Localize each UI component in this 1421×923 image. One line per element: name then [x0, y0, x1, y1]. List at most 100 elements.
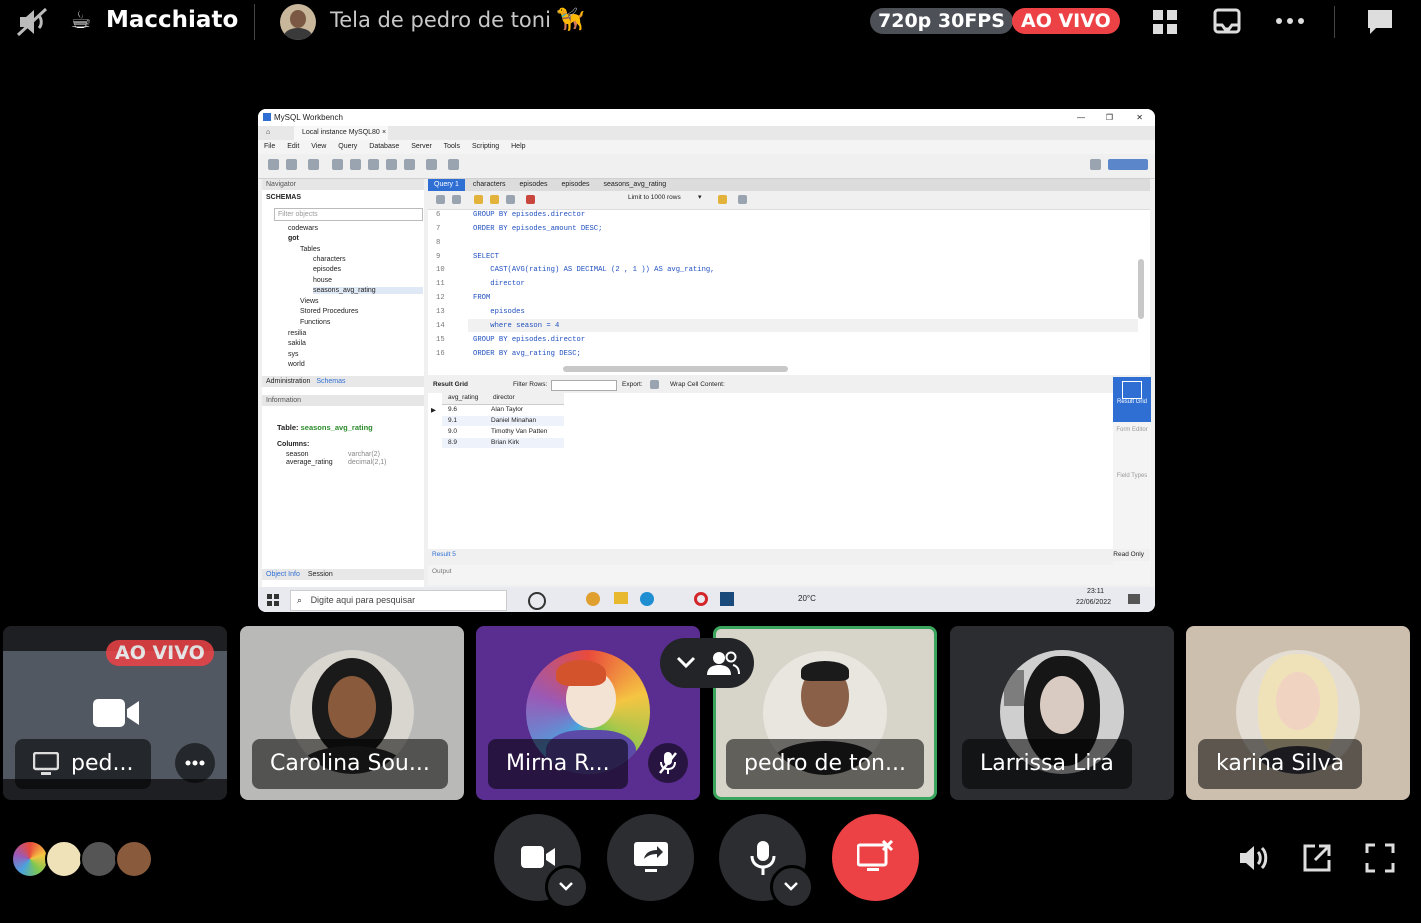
beautify-icon[interactable] [718, 195, 727, 204]
participant-mini-avatar[interactable] [11, 840, 49, 878]
filter-rows-input[interactable] [551, 380, 617, 391]
table-cell[interactable]: Brian Kirk [491, 439, 519, 446]
schema-item[interactable]: sakila [288, 340, 306, 347]
participant-tile[interactable]: Larrissa Lira [950, 626, 1174, 800]
participant-mini-avatar[interactable] [45, 840, 83, 878]
camera-options-button[interactable] [545, 865, 589, 909]
notification-icon[interactable] [1128, 594, 1140, 604]
volume-icon[interactable] [1238, 843, 1270, 873]
menu-server[interactable]: Server [411, 143, 432, 150]
schema-item[interactable]: got [288, 235, 299, 242]
tab-close-icon[interactable]: × [382, 126, 386, 140]
result-grid-button[interactable]: Result Grid [1113, 377, 1151, 422]
more-options-button[interactable] [175, 743, 215, 783]
menu-view[interactable]: View [311, 143, 326, 150]
tab-episodes[interactable]: episodes [555, 179, 595, 191]
chrome-icon[interactable] [586, 592, 600, 606]
tree-item[interactable]: Tables [300, 246, 320, 253]
chevron-down-icon[interactable]: ▾ [698, 193, 702, 201]
channel-name[interactable]: Macchiato [106, 7, 238, 33]
result-tab[interactable]: Result 5 [432, 549, 456, 561]
table-cell[interactable]: Daniel Minahan [491, 417, 536, 424]
reconnect-icon[interactable] [448, 159, 459, 170]
menu-database[interactable]: Database [369, 143, 399, 150]
mysql-workbench-icon[interactable] [720, 592, 734, 606]
search-table-icon[interactable] [426, 159, 437, 170]
table-cell[interactable]: 9.6 [448, 406, 457, 413]
table-item[interactable]: characters [313, 256, 346, 263]
schema-item[interactable]: world [288, 361, 305, 368]
save-icon[interactable] [452, 195, 461, 204]
create-procedure-icon[interactable] [386, 159, 397, 170]
table-cell[interactable]: 8.9 [448, 439, 457, 446]
schema-item[interactable]: resilia [288, 330, 306, 337]
file-explorer-icon[interactable] [614, 592, 628, 604]
speaker-muted-icon[interactable] [16, 7, 52, 37]
menu-edit[interactable]: Edit [287, 143, 299, 150]
table-item[interactable]: episodes [313, 266, 341, 273]
menu-query[interactable]: Query [338, 143, 357, 150]
tab-session[interactable]: Session [308, 571, 333, 578]
grid-layout-icon[interactable] [1152, 9, 1178, 35]
edge-icon[interactable] [640, 592, 654, 606]
find-icon[interactable] [738, 195, 747, 204]
horizontal-scrollbar[interactable] [563, 366, 788, 372]
participant-tile-screen[interactable]: AO VIVO ped... [3, 626, 227, 800]
participant-tile[interactable]: Carolina Sou... [240, 626, 464, 800]
cortana-icon[interactable] [528, 592, 546, 610]
table-cell[interactable]: 9.1 [448, 417, 457, 424]
table-cell[interactable]: Timothy Van Patten [491, 428, 547, 435]
close-icon[interactable]: ✕ [1136, 109, 1143, 126]
filter-input[interactable]: Filter objects [274, 208, 423, 221]
inspector-icon[interactable] [308, 159, 319, 170]
disconnect-button[interactable] [832, 814, 919, 901]
more-options-icon[interactable] [1275, 17, 1305, 25]
table-item[interactable]: seasons_avg_rating [313, 287, 423, 294]
table-item[interactable]: house [313, 277, 332, 284]
restore-icon[interactable]: ❐ [1106, 109, 1113, 126]
connection-tab[interactable]: Local instance MySQL80 [294, 126, 388, 140]
result-grid[interactable]: avg_rating director ▶ 9.6 Alan Taylor 9.… [428, 393, 1113, 553]
chat-icon[interactable] [1365, 7, 1395, 37]
minimize-icon[interactable]: — [1077, 109, 1085, 126]
open-sql-icon[interactable] [286, 159, 297, 170]
create-table-icon[interactable] [350, 159, 361, 170]
settings-icon[interactable] [1090, 159, 1101, 170]
table-cell[interactable]: Alan Taylor [491, 406, 523, 413]
participant-tile[interactable]: karina Silva [1186, 626, 1410, 800]
tab-schemas[interactable]: Schemas [316, 378, 345, 385]
open-icon[interactable] [436, 195, 445, 204]
menu-file[interactable]: File [264, 143, 275, 150]
participant-mini-avatar[interactable] [115, 840, 153, 878]
create-view-icon[interactable] [368, 159, 379, 170]
panel-layout-icon[interactable] [1108, 159, 1148, 170]
tree-item[interactable]: Views [300, 298, 319, 305]
limit-select[interactable]: Limit to 1000 rows [628, 194, 681, 201]
windows-start-icon[interactable] [267, 594, 279, 606]
stop-icon[interactable] [526, 195, 535, 204]
participant-mini-avatar[interactable] [80, 840, 118, 878]
schema-item[interactable]: codewars [288, 225, 318, 232]
new-sql-icon[interactable] [268, 159, 279, 170]
export-icon[interactable] [650, 380, 659, 389]
tab-administration[interactable]: Administration [266, 378, 310, 385]
screen-share-button[interactable] [607, 814, 694, 901]
tab-characters[interactable]: characters [467, 179, 512, 191]
home-icon[interactable]: ⌂ [266, 126, 270, 140]
fullscreen-icon[interactable] [1365, 843, 1395, 873]
table-cell[interactable]: 9.0 [448, 428, 457, 435]
create-schema-icon[interactable] [332, 159, 343, 170]
popout-inbox-icon[interactable] [1213, 8, 1241, 36]
field-types-button[interactable]: Field Types [1113, 473, 1151, 479]
tree-item[interactable]: Stored Procedures [300, 308, 358, 315]
explain-icon[interactable] [506, 195, 515, 204]
participant-toggle-button[interactable] [660, 638, 754, 688]
menu-tools[interactable]: Tools [444, 143, 460, 150]
microphone-options-button[interactable] [770, 865, 814, 909]
column-header[interactable]: director [493, 394, 515, 401]
menu-help[interactable]: Help [511, 143, 525, 150]
shared-screen[interactable]: MySQL Workbench — ❐ ✕ ⌂ Local instance M… [258, 109, 1155, 612]
schema-item[interactable]: sys [288, 351, 299, 358]
tab-episodes[interactable]: episodes [514, 179, 554, 191]
taskbar-search[interactable]: ⌕ Digite aqui para pesquisar [290, 590, 507, 611]
